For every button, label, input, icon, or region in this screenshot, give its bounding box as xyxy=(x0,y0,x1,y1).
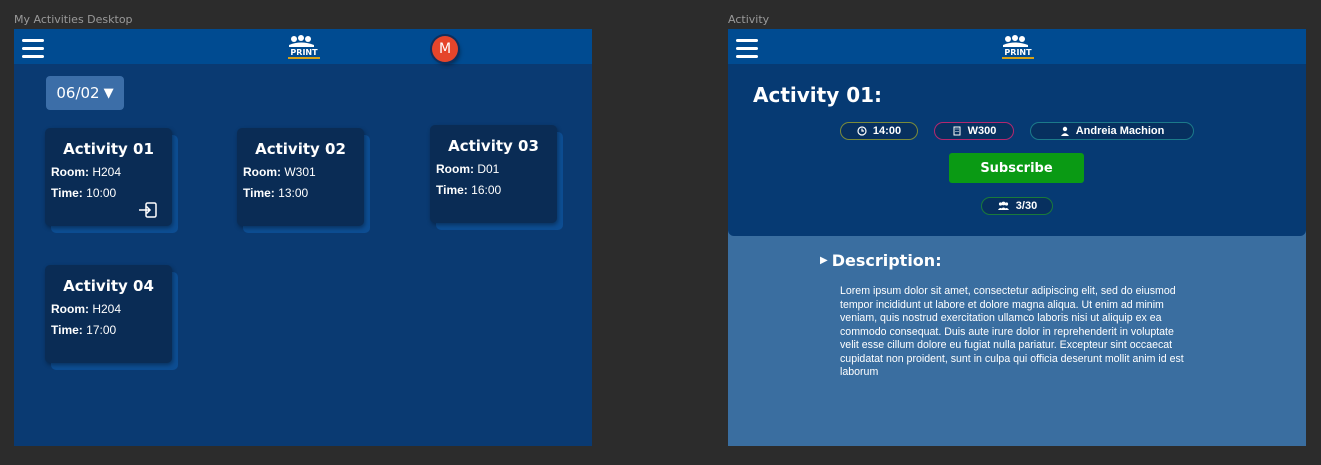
room-value: W301 xyxy=(284,165,316,179)
time-label: Time: xyxy=(51,186,83,200)
time-label: Time: xyxy=(436,183,468,197)
my-activities-screen: PRINT M 06/02 ▼ Activity 01 Room: H204 T… xyxy=(14,29,592,446)
activity-card[interactable]: Activity 03 Room: D01 Time: 16:00 xyxy=(430,125,563,230)
room-label: Room: xyxy=(243,165,281,179)
activity-card-title: Activity 04 xyxy=(63,277,154,295)
time-label: Time: xyxy=(51,323,83,337)
group-icon xyxy=(997,201,1009,210)
user-avatar[interactable]: M xyxy=(432,36,458,62)
caret-right-icon: ▶ xyxy=(820,255,828,266)
top-bar: PRINT xyxy=(728,29,1306,64)
room-chip: W300 xyxy=(934,122,1014,140)
frame-label-my-activities: My Activities Desktop xyxy=(14,13,133,26)
activity-detail-screen: PRINT Activity 01: 14:00 W300 Andreia Ma… xyxy=(728,29,1306,446)
frame-label-activity: Activity xyxy=(728,13,770,26)
menu-icon[interactable] xyxy=(22,39,44,58)
clock-icon xyxy=(857,126,867,136)
description-heading: Description: xyxy=(831,251,942,270)
date-filter-value: 06/02 xyxy=(56,84,100,102)
time-value: 13:00 xyxy=(278,186,309,200)
menu-icon[interactable] xyxy=(736,39,758,58)
description-text: Lorem ipsum dolor sit amet, consectetur … xyxy=(840,285,1184,378)
room-value: H204 xyxy=(92,302,122,316)
person-icon xyxy=(1060,126,1069,136)
activity-card-title: Activity 03 xyxy=(448,137,539,155)
time-value: 17:00 xyxy=(86,323,117,337)
room-label: Room: xyxy=(436,162,474,176)
activity-card[interactable]: Activity 02 Room: W301 Time: 13:00 xyxy=(237,128,370,233)
room-value: H204 xyxy=(92,165,122,179)
print-logo: PRINT xyxy=(288,35,320,59)
room-label: Room: xyxy=(51,165,89,179)
activity-title: Activity 01: xyxy=(753,83,883,107)
capacity-value: 3/30 xyxy=(1015,200,1038,212)
description-toggle[interactable]: ▶ Description: xyxy=(820,251,942,270)
host-chip: Andreia Machion xyxy=(1030,122,1194,140)
activity-card-title: Activity 02 xyxy=(255,140,346,158)
activity-card[interactable]: Activity 01 Room: H204 Time: 10:00 xyxy=(45,128,178,233)
activity-card[interactable]: Activity 04 Room: H204 Time: 17:00 xyxy=(45,265,178,370)
building-icon xyxy=(953,126,961,136)
time-chip: 14:00 xyxy=(840,122,918,140)
enter-icon[interactable] xyxy=(138,202,158,218)
print-logo: PRINT xyxy=(1002,35,1034,59)
logo-text: PRINT xyxy=(290,48,318,57)
room-value: D01 xyxy=(477,162,500,176)
date-filter-select[interactable]: 06/02 ▼ xyxy=(46,76,124,110)
time-chip-value: 14:00 xyxy=(872,125,902,137)
time-value: 16:00 xyxy=(471,183,502,197)
host-chip-value: Andreia Machion xyxy=(1075,125,1165,137)
caret-down-icon: ▼ xyxy=(103,85,114,101)
capacity-chip: 3/30 xyxy=(981,197,1053,215)
activity-card-title: Activity 01 xyxy=(63,140,154,158)
time-label: Time: xyxy=(243,186,275,200)
room-chip-value: W300 xyxy=(967,125,997,137)
top-bar: PRINT M xyxy=(14,29,592,64)
subscribe-button[interactable]: Subscribe xyxy=(949,153,1084,183)
activity-header-panel: PRINT Activity 01: 14:00 W300 Andreia Ma… xyxy=(728,29,1306,236)
logo-text: PRINT xyxy=(1004,48,1032,57)
time-value: 10:00 xyxy=(86,186,117,200)
room-label: Room: xyxy=(51,302,89,316)
